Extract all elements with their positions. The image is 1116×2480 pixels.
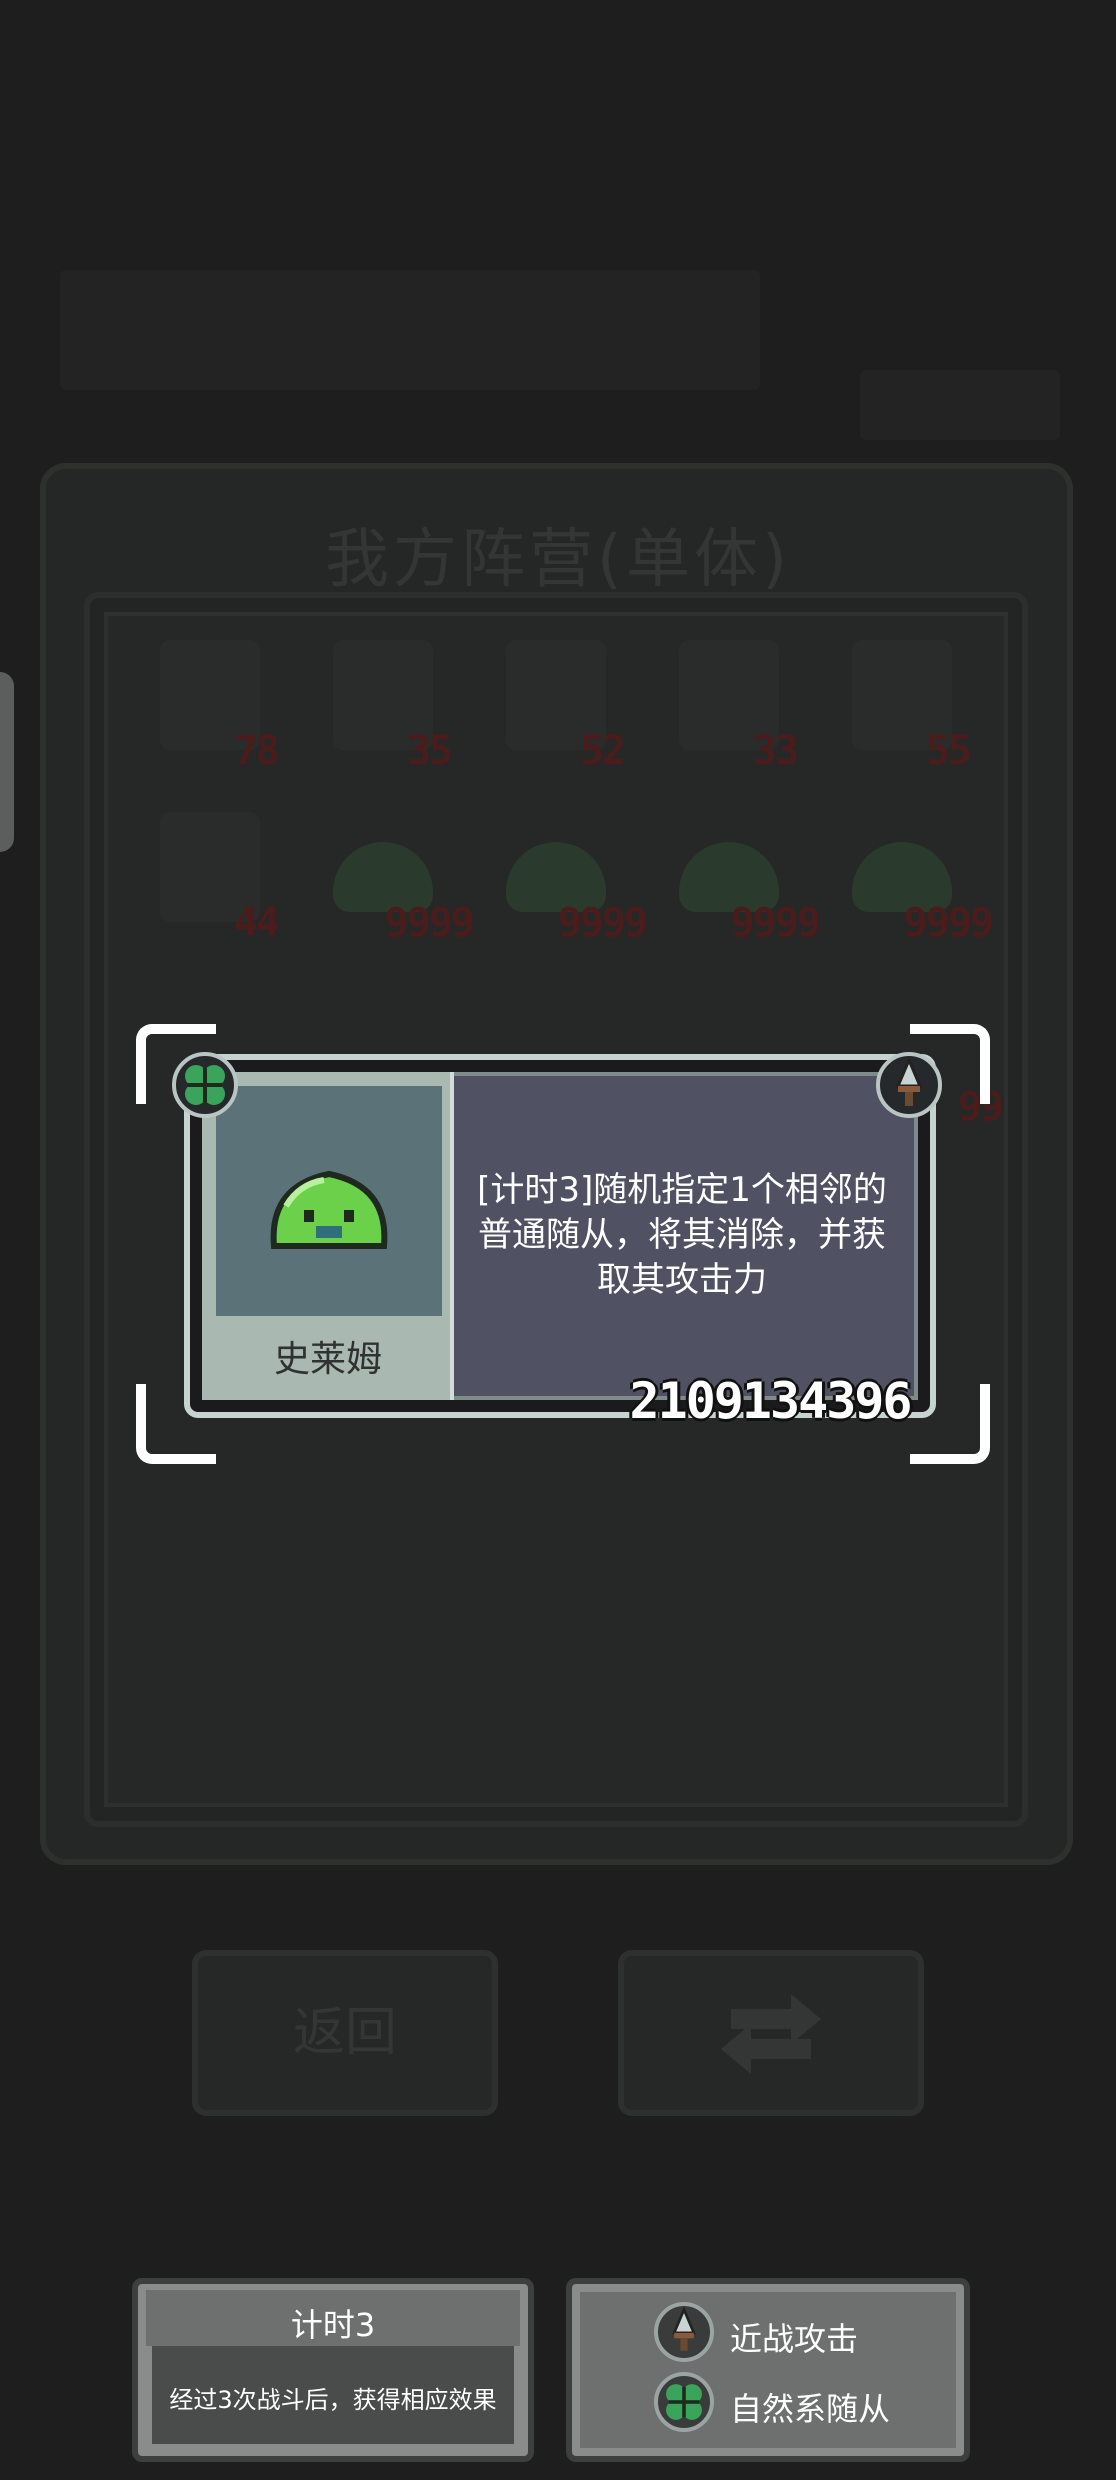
unit-slot[interactable]: 33 <box>669 640 799 774</box>
legend-melee-label: 近战攻击 <box>730 2320 859 2358</box>
legend-melee-badge <box>654 2302 714 2362</box>
card-portrait <box>216 1086 442 1316</box>
dagger-icon <box>895 1056 923 1106</box>
side-pull-tab[interactable] <box>0 672 14 852</box>
unit-attack: 9999 <box>384 900 475 946</box>
clover-icon <box>666 2384 702 2420</box>
unit-slot[interactable]: 44 <box>150 812 280 946</box>
legend-nature-label: 自然系随从 <box>730 2390 891 2428</box>
back-button-label: 返回 <box>292 2003 397 2063</box>
background-shape <box>60 270 760 390</box>
unit-slot[interactable]: 9999 <box>323 812 475 946</box>
panel-title: 我方阵营(单体) <box>325 523 791 597</box>
unit-slot[interactable]: 55 <box>842 640 972 774</box>
unit-slot[interactable]: 52 <box>496 640 626 774</box>
unit-attack: 33 <box>752 728 799 774</box>
slime-icon <box>270 1170 388 1249</box>
legend-nature-badge <box>654 2372 714 2432</box>
unit-attack: 78 <box>233 728 280 774</box>
unit-slot[interactable]: 9999 <box>842 812 994 946</box>
unit-slot[interactable]: 9999 <box>669 812 821 946</box>
background-shape <box>860 370 1060 440</box>
unit-attack: 9999 <box>730 900 821 946</box>
unit-slot[interactable]: 35 <box>323 640 453 774</box>
unit-attack: 9999 <box>903 900 994 946</box>
timer-info-title: 计时3 <box>290 2306 376 2344</box>
unit-slot[interactable]: 78 <box>150 640 280 774</box>
card-description: [计时3]随机指定1个相邻的普通随从，将其消除，并获取其攻击力 <box>477 1170 887 1300</box>
clover-icon <box>185 1065 225 1105</box>
timer-info-description: 经过3次战斗后，获得相应效果 <box>169 2386 497 2414</box>
unit-attack: 44 <box>233 900 280 946</box>
unit-slot[interactable]: 9999 <box>496 812 648 946</box>
nature-type-badge <box>172 1052 238 1118</box>
dagger-icon <box>672 2306 696 2351</box>
unit-attack: 52 <box>579 728 626 774</box>
swap-button[interactable] <box>618 1950 924 2116</box>
swap-arrows-icon <box>721 1994 821 2074</box>
unit-attack: 35 <box>406 728 453 774</box>
unit-attack: 55 <box>925 728 972 774</box>
card-name: 史莱姆 <box>273 1339 382 1380</box>
back-button[interactable]: 返回 <box>192 1950 498 2116</box>
unit-attack: 9999 <box>557 900 648 946</box>
melee-type-badge <box>876 1052 942 1118</box>
card-attack-value: 2109134396 <box>629 1372 912 1430</box>
